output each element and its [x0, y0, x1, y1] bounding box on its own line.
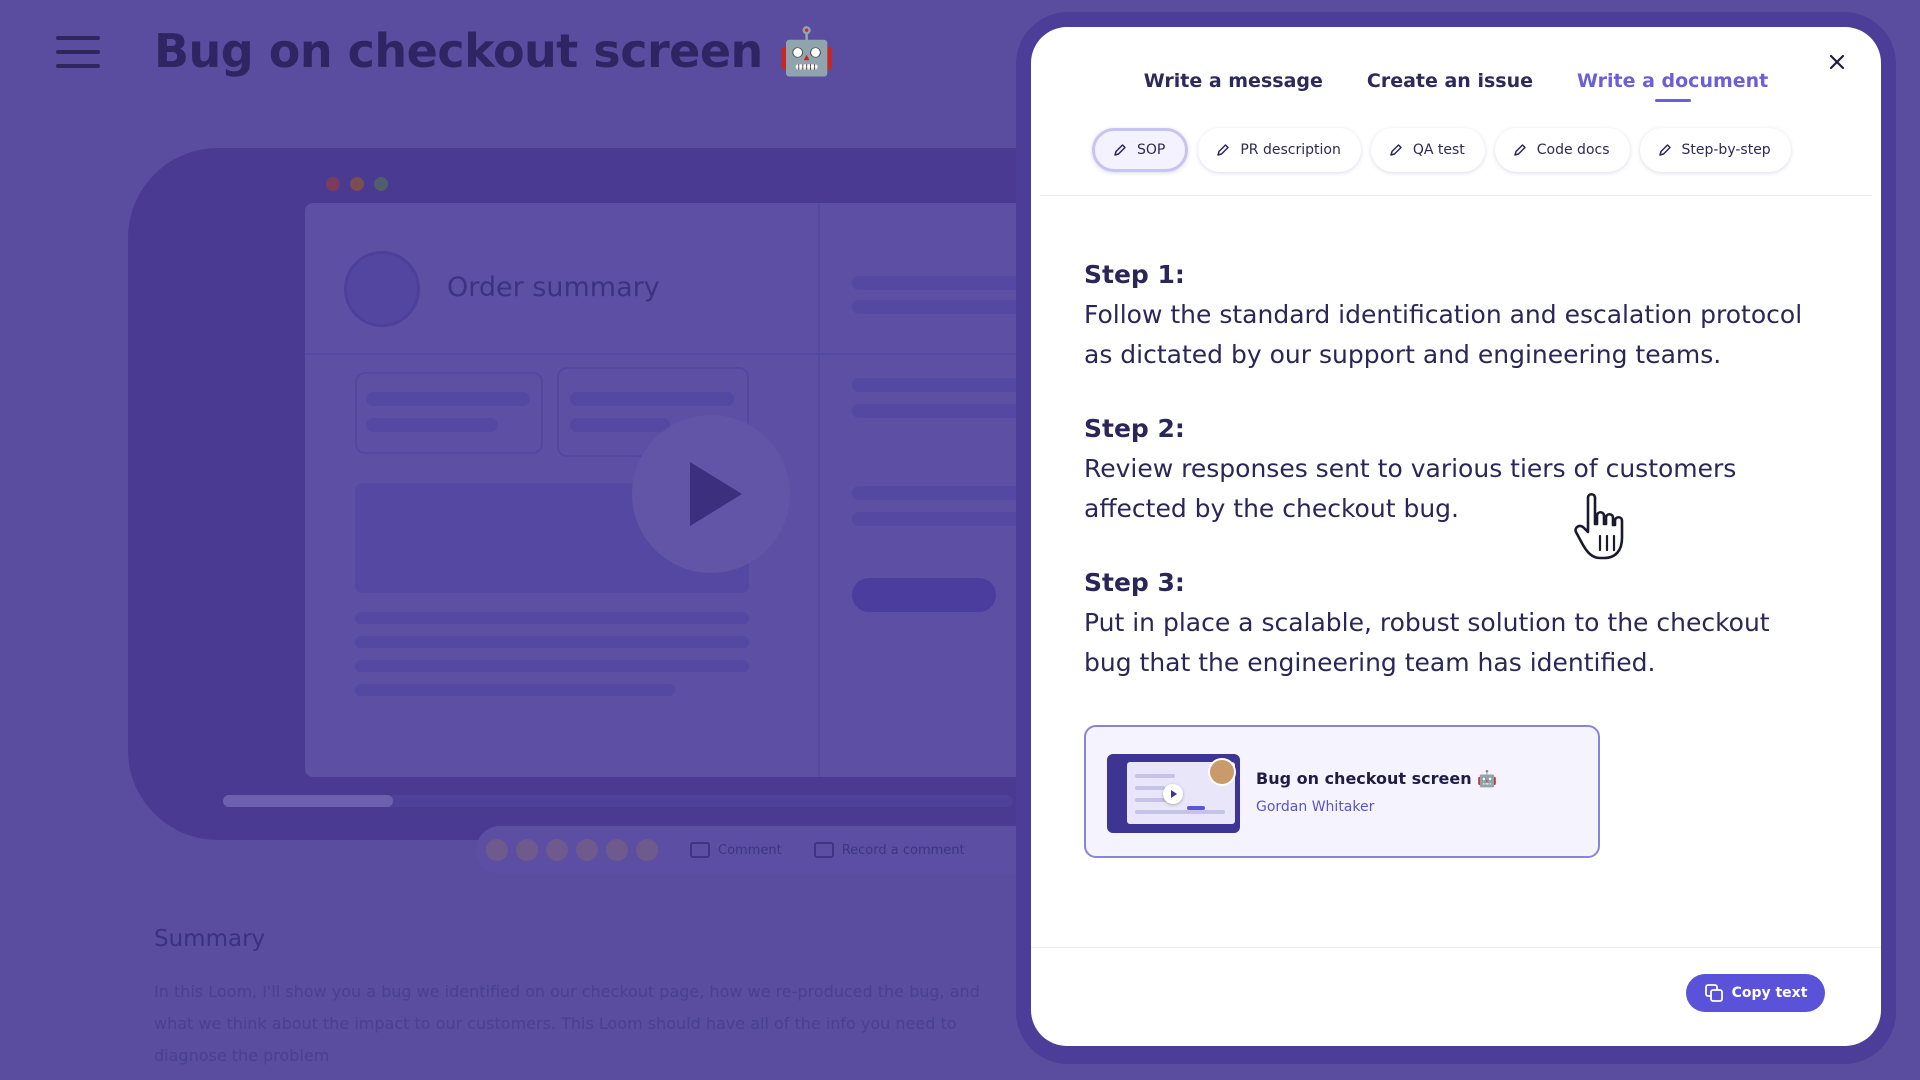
- chip-label: Step-by-step: [1681, 142, 1771, 158]
- record-comment-label: Record a comment: [841, 842, 965, 858]
- generated-document: Step 1: Follow the standard identificati…: [1084, 255, 1824, 717]
- chip-label: QA test: [1412, 142, 1465, 158]
- chip-sop[interactable]: SOP: [1092, 128, 1189, 172]
- placeholder-line: [852, 276, 1022, 290]
- emoji-thumbs-down-icon[interactable]: [636, 839, 658, 861]
- placeholder-line: [852, 404, 1022, 418]
- placeholder-card: [355, 372, 543, 454]
- copy-icon: [1704, 984, 1723, 1002]
- step-heading: Step 3:: [1084, 568, 1185, 597]
- window-dots: [326, 176, 398, 195]
- summary-text: In this Loom, I'll show you a bug we ide…: [154, 982, 980, 1065]
- summary-heading: Summary: [154, 926, 266, 952]
- close-icon: [1829, 54, 1845, 70]
- tab-write-document[interactable]: Write a document: [1577, 70, 1768, 102]
- page-title: Bug on checkout screen 🤖: [154, 24, 836, 78]
- pencil-icon: [1658, 144, 1671, 156]
- placeholder-line: [852, 378, 1022, 392]
- chip-step-by-step[interactable]: Step-by-step: [1639, 128, 1791, 172]
- placeholder-line: [355, 660, 749, 672]
- divider: [1031, 947, 1881, 948]
- emoji-thumbs-up-icon[interactable]: [606, 839, 628, 861]
- play-icon: [1163, 784, 1183, 804]
- order-summary-title: Order summary: [447, 272, 660, 303]
- pencil-icon: [1114, 144, 1126, 156]
- chip-code-docs[interactable]: Code docs: [1494, 128, 1630, 172]
- comment-button[interactable]: Comment: [690, 842, 782, 858]
- chip-qa-test[interactable]: QA test: [1370, 128, 1485, 172]
- placeholder-line: [852, 512, 1022, 526]
- pencil-icon: [1514, 144, 1526, 156]
- comment-icon: [690, 842, 710, 858]
- menu-icon[interactable]: [56, 36, 100, 70]
- placeholder-line: [570, 392, 734, 406]
- step-body: Follow the standard identification and e…: [1084, 300, 1803, 369]
- traffic-light-yellow: [350, 177, 364, 191]
- placeholder-line: [355, 636, 749, 648]
- chip-label: SOP: [1137, 142, 1166, 158]
- emoji-laugh-icon[interactable]: [486, 839, 508, 861]
- step-body: Put in place a scalable, robust solution…: [1084, 608, 1770, 677]
- step-heading: Step 2:: [1084, 414, 1185, 443]
- tab-create-issue[interactable]: Create an issue: [1367, 70, 1533, 102]
- embed-title: Bug on checkout screen 🤖: [1256, 769, 1498, 788]
- tab-write-message[interactable]: Write a message: [1144, 70, 1323, 102]
- emoji-clap-icon[interactable]: [576, 839, 598, 861]
- step-3: Step 3: Put in place a scalable, robust …: [1084, 563, 1824, 683]
- step-1: Step 1: Follow the standard identificati…: [1084, 255, 1824, 375]
- placeholder-button: [852, 578, 996, 612]
- placeholder-line: [852, 486, 1022, 500]
- hand-pointer-icon: [1574, 492, 1624, 560]
- embed-author: Gordan Whitaker: [1256, 799, 1375, 815]
- avatar: [1208, 758, 1236, 786]
- record-comment-button[interactable]: Record a comment: [813, 842, 965, 858]
- placeholder-line: [366, 392, 530, 406]
- play-icon: [690, 462, 742, 526]
- doc-type-chips: SOP PR description QA test Code docs Ste…: [1092, 128, 1791, 172]
- traffic-light-red: [326, 177, 340, 191]
- step-2: Step 2: Review responses sent to various…: [1084, 409, 1824, 529]
- emoji-heart-eyes-icon[interactable]: [516, 839, 538, 861]
- video-thumbnail: [1107, 754, 1240, 833]
- chip-label: Code docs: [1536, 142, 1610, 158]
- chip-pr-description[interactable]: PR description: [1198, 128, 1361, 172]
- placeholder-line: [355, 684, 675, 696]
- placeholder-line: [366, 418, 498, 432]
- step-body: Review responses sent to various tiers o…: [1084, 454, 1737, 523]
- order-avatar: [344, 251, 420, 327]
- step-heading: Step 1:: [1084, 260, 1185, 289]
- pencil-icon: [1217, 144, 1230, 156]
- comment-label: Comment: [718, 842, 782, 858]
- placeholder-line: [852, 300, 1022, 314]
- reactions-bar: Comment Record a comment: [476, 826, 1036, 874]
- camera-icon: [813, 842, 834, 858]
- video-progress-fill: [223, 795, 393, 807]
- divider: [1040, 195, 1872, 196]
- copy-text-button[interactable]: Copy text: [1686, 974, 1825, 1012]
- video-embed-card[interactable]: Bug on checkout screen 🤖 Gordan Whitaker: [1084, 725, 1600, 858]
- modal-tabs: Write a message Create an issue Write a …: [1031, 70, 1881, 102]
- pencil-icon: [1390, 144, 1402, 156]
- copy-text-label: Copy text: [1731, 985, 1808, 1001]
- traffic-light-green: [374, 177, 388, 191]
- chip-label: PR description: [1240, 142, 1341, 158]
- placeholder-line: [570, 418, 670, 432]
- placeholder-line: [355, 612, 749, 624]
- emoji-wow-icon[interactable]: [546, 839, 568, 861]
